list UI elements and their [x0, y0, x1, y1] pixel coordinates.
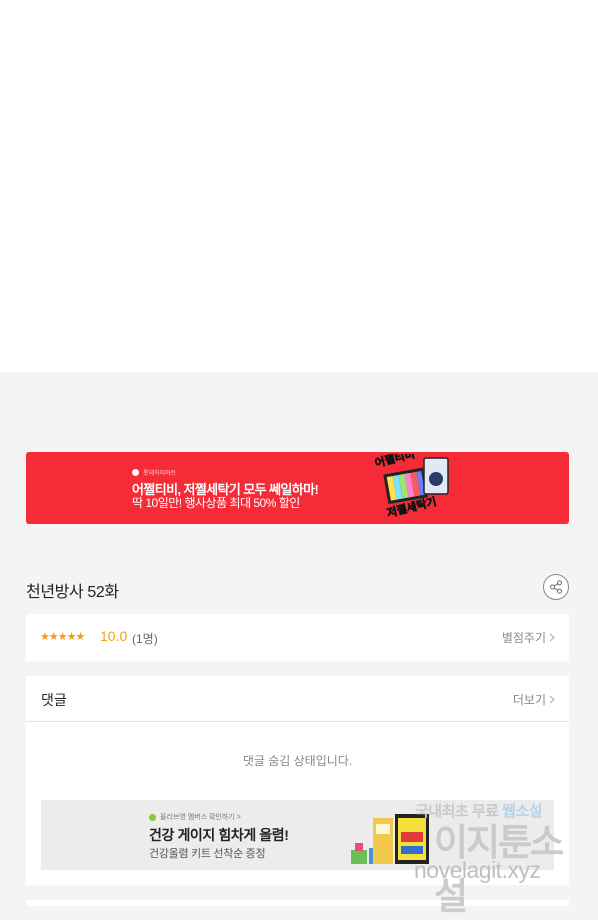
rating-card: ★★★★★ 10.0 (1명) 별점주기 [26, 614, 569, 661]
banner-brand: 롯데하이마트 [132, 468, 176, 477]
chevron-right-icon [549, 695, 555, 704]
ad-brand-logo-icon [149, 813, 156, 821]
comment-label: 댓글 [41, 692, 67, 708]
comment-header: 댓글 더보기 [26, 676, 569, 722]
banner-art-top-text: 어쩔티비 [373, 454, 416, 470]
episode-title: 천년방사 52화 [26, 584, 119, 601]
comments-hidden-message: 댓글 숨김 상태입니다. [242, 754, 353, 768]
ad-subtitle: 건강올렴 키트 선착순 증정 [149, 848, 266, 860]
ad-brand-text: 올리브영 멤버스 확인하기 > [160, 814, 241, 821]
rating-score: 10.0 [100, 628, 128, 644]
comment-more-label: 더보기 [512, 693, 546, 707]
brand-logo-icon [132, 469, 139, 476]
star-rating-icon: ★★★★★ [40, 631, 85, 643]
share-button[interactable] [543, 574, 569, 600]
rate-button[interactable]: 별점주기 [502, 629, 555, 646]
site-watermark: 국내최초 무료 웹소설 이지툰소설 novelagit.xyz [410, 800, 580, 917]
chevron-right-icon [549, 633, 555, 642]
banner-product-illustration: 어쩔티비 저쩔세탁기 [373, 454, 449, 520]
watermark-url: novelagit.xyz [414, 857, 541, 883]
banner-subline: 딱 10일만! 행사상품 최대 50% 할인 [132, 496, 300, 510]
banner-brand-text: 롯데하이마트 [143, 471, 177, 477]
episode-header: 천년방사 52화 [26, 574, 569, 602]
ad-title: 건강 게이지 힘차게 올렴! [149, 827, 289, 843]
ad-brand-row: 올리브영 멤버스 확인하기 > [149, 812, 241, 822]
rate-button-label: 별점주기 [501, 631, 546, 645]
content-area-blank [0, 0, 598, 372]
comment-more-link[interactable]: 더보기 [513, 691, 555, 708]
rating-count: (1명) [132, 632, 158, 646]
share-icon [549, 580, 563, 594]
ad-banner[interactable]: 롯데하이마트 어쩔티비, 저쩔세탁기 모두 쎄일하마! 딱 10일만! 행사상품… [26, 452, 569, 524]
